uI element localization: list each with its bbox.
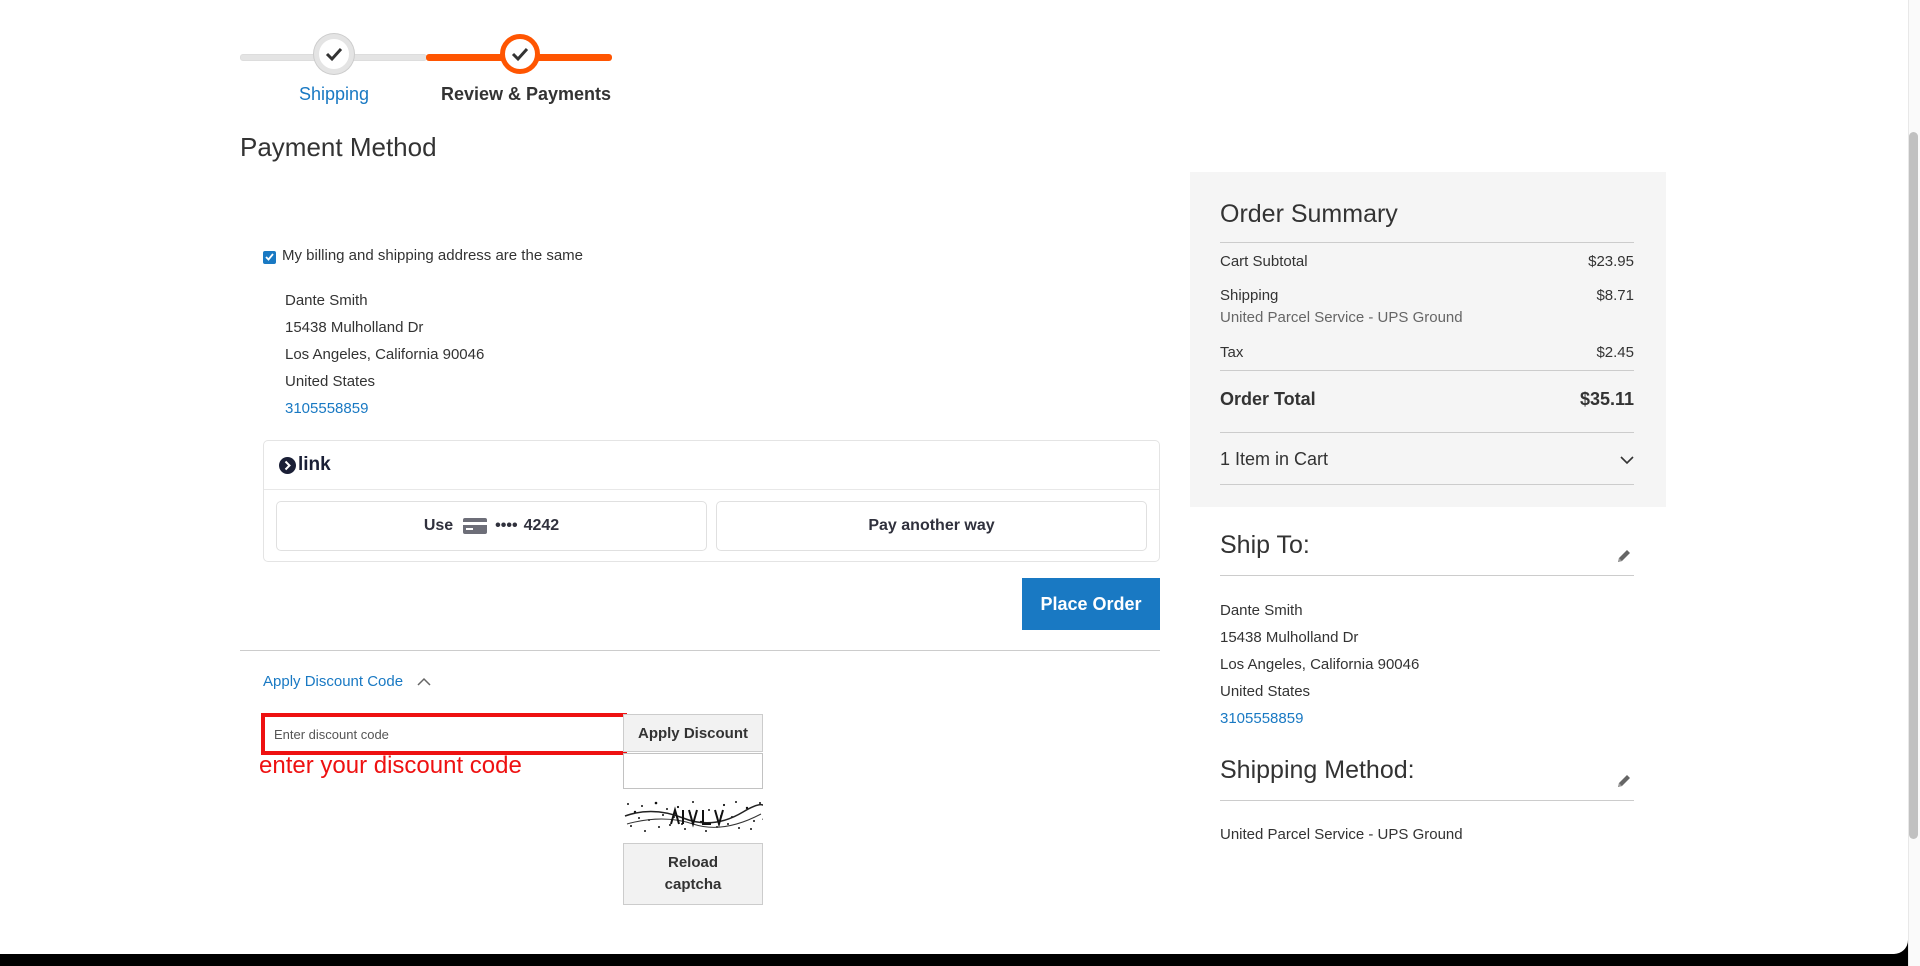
place-order-button[interactable]: Place Order bbox=[1022, 578, 1160, 630]
reload-label-line1: Reload bbox=[667, 854, 718, 871]
use-label: Use bbox=[423, 517, 454, 534]
card-last4: 4242 bbox=[523, 517, 560, 534]
apply-discount-button[interactable]: Apply Discount bbox=[623, 714, 763, 752]
shipping-method-title: Shipping Method: bbox=[1220, 756, 1415, 784]
cart-subtotal-value: $23.95 bbox=[1588, 253, 1634, 270]
step-shipping-check-icon[interactable] bbox=[314, 34, 354, 74]
order-summary-title: Order Summary bbox=[1220, 200, 1398, 228]
ship-to-address: Dante Smith 15438 Mulholland Dr Los Ange… bbox=[1220, 597, 1419, 732]
billing-street: 15438 Mulholland Dr bbox=[285, 319, 424, 336]
step-review-check-icon bbox=[500, 34, 540, 74]
summary-divider bbox=[1220, 242, 1634, 243]
shipping-row: Shipping $8.71 bbox=[1220, 287, 1634, 304]
chevron-down-icon[interactable] bbox=[1620, 449, 1634, 470]
billing-same-label[interactable]: My billing and shipping address are the … bbox=[282, 247, 583, 264]
reload-captcha-button[interactable]: Reload captcha bbox=[623, 843, 763, 905]
tax-label: Tax bbox=[1220, 344, 1244, 361]
checkout-page: Shipping Review & Payments Payment Metho… bbox=[0, 0, 1908, 954]
billing-country: United States bbox=[285, 373, 376, 390]
shipping-carrier: United Parcel Service - UPS Ground bbox=[1220, 309, 1463, 326]
order-total-value: $35.11 bbox=[1579, 389, 1634, 409]
shipping-method-value: United Parcel Service - UPS Ground bbox=[1220, 826, 1463, 843]
billing-name: Dante Smith bbox=[285, 292, 368, 309]
ship-to-street: 15438 Mulholland Dr bbox=[1220, 629, 1359, 646]
summary-divider bbox=[1220, 432, 1634, 433]
tax-row: Tax $2.45 bbox=[1220, 344, 1634, 361]
billing-phone-link[interactable]: 3105558859 bbox=[285, 395, 484, 422]
link-brand: link bbox=[298, 454, 331, 475]
shipping-method-divider bbox=[1220, 800, 1634, 801]
apply-discount-toggle[interactable]: Apply Discount Code bbox=[263, 673, 431, 690]
use-saved-card-button[interactable]: Use •••• 4242 bbox=[276, 501, 707, 551]
billing-address: Dante Smith 15438 Mulholland Dr Los Ange… bbox=[285, 287, 484, 422]
ship-to-divider bbox=[1220, 575, 1634, 576]
cart-subtotal-label: Cart Subtotal bbox=[1220, 253, 1308, 270]
checkout-progress: Shipping Review & Payments bbox=[240, 34, 612, 114]
billing-same-checkbox[interactable] bbox=[263, 250, 276, 264]
edit-pencil-icon[interactable] bbox=[1616, 773, 1632, 794]
ship-to-city: Los Angeles, California 90046 bbox=[1220, 656, 1420, 673]
ship-to-phone-link[interactable]: 3105558859 bbox=[1220, 705, 1419, 732]
card-icon bbox=[463, 518, 488, 534]
shipping-label: Shipping bbox=[1220, 287, 1279, 304]
order-total-label: Order Total bbox=[1220, 389, 1316, 409]
items-in-cart-label[interactable]: 1 Item in Cart bbox=[1220, 449, 1328, 470]
order-total-row: Order Total $35.11 bbox=[1220, 389, 1634, 410]
step-shipping-label[interactable]: Shipping bbox=[268, 84, 400, 105]
discount-code-input[interactable]: Enter discount code bbox=[261, 713, 627, 755]
summary-divider bbox=[1220, 484, 1634, 485]
captcha-input[interactable] bbox=[623, 753, 763, 789]
ship-to-country: United States bbox=[1220, 683, 1311, 700]
items-in-cart-toggle[interactable]: 1 Item in Cart bbox=[1220, 449, 1634, 470]
link-payment-box: link Use •••• 4242 Pay another way bbox=[263, 440, 1160, 562]
divider bbox=[240, 650, 1160, 651]
link-header: link bbox=[264, 441, 1159, 490]
link-logo-icon bbox=[279, 456, 296, 474]
ship-to-title: Ship To: bbox=[1220, 531, 1310, 559]
ship-to-name: Dante Smith bbox=[1220, 602, 1303, 619]
shipping-value: $8.71 bbox=[1596, 287, 1634, 304]
summary-divider bbox=[1220, 370, 1634, 371]
step-review-label: Review & Payments bbox=[440, 84, 612, 104]
tax-value: $2.45 bbox=[1596, 344, 1634, 361]
apply-discount-toggle-label[interactable]: Apply Discount Code bbox=[263, 673, 403, 690]
billing-city: Los Angeles, California 90046 bbox=[285, 346, 485, 363]
card-dots: •••• bbox=[495, 517, 518, 534]
payment-method-title: Payment Method bbox=[240, 132, 437, 162]
discount-annotation: enter your discount code bbox=[259, 752, 522, 779]
scrollbar-thumb[interactable] bbox=[1909, 132, 1918, 839]
pay-another-way-button[interactable]: Pay another way bbox=[716, 501, 1147, 551]
order-summary: Order Summary Cart Subtotal $23.95 Shipp… bbox=[1190, 172, 1666, 507]
reload-label-line2: captcha bbox=[664, 876, 722, 893]
billing-same-checkbox-row[interactable]: My billing and shipping address are the … bbox=[263, 247, 583, 264]
chevron-up-icon[interactable] bbox=[417, 673, 431, 690]
captcha-image bbox=[623, 798, 767, 834]
cart-subtotal-row: Cart Subtotal $23.95 bbox=[1220, 253, 1634, 270]
discount-code-placeholder: Enter discount code bbox=[274, 726, 389, 742]
edit-pencil-icon[interactable] bbox=[1616, 548, 1632, 569]
